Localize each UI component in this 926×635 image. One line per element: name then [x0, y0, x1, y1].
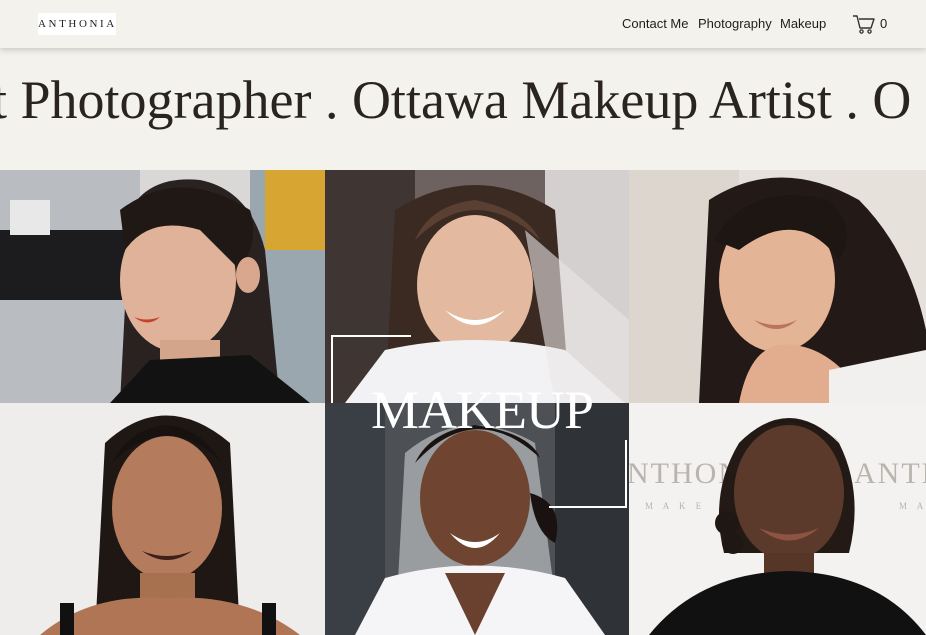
gallery-photo-2[interactable]	[325, 170, 629, 403]
backdrop-subtext-left: M A K E	[645, 501, 705, 511]
site-logo[interactable]: ANTHONIA	[38, 13, 116, 35]
frame-accent-left	[331, 335, 333, 403]
nav-contact-me[interactable]: Contact Me	[622, 16, 688, 31]
banner-text: t Photographer . Ottawa Makeup Artist . …	[0, 70, 912, 130]
nav-photography[interactable]: Photography	[698, 16, 772, 31]
nav-makeup[interactable]: Makeup	[780, 16, 826, 31]
gallery-photo-4[interactable]	[0, 403, 325, 635]
gallery-photo-6[interactable]: NTHONI M A K E ANTH M A	[629, 403, 926, 635]
shopping-cart-icon[interactable]	[852, 13, 876, 35]
gallery-photo-3[interactable]	[629, 170, 926, 403]
backdrop-subtext-right: M A	[899, 501, 926, 511]
frame-accent-right	[625, 440, 627, 508]
scrolling-banner: t Photographer . Ottawa Makeup Artist . …	[0, 48, 926, 170]
site-header: ANTHONIA Contact Me Photography Makeup 0	[0, 0, 926, 48]
gallery-title[interactable]: MAKEUP	[366, 380, 598, 440]
gallery-photo-1[interactable]	[0, 170, 325, 403]
frame-accent-bottom-right	[549, 506, 627, 508]
frame-accent-top-left	[331, 335, 411, 337]
backdrop-text-right: ANTH	[854, 457, 926, 490]
cart-count: 0	[880, 16, 888, 31]
